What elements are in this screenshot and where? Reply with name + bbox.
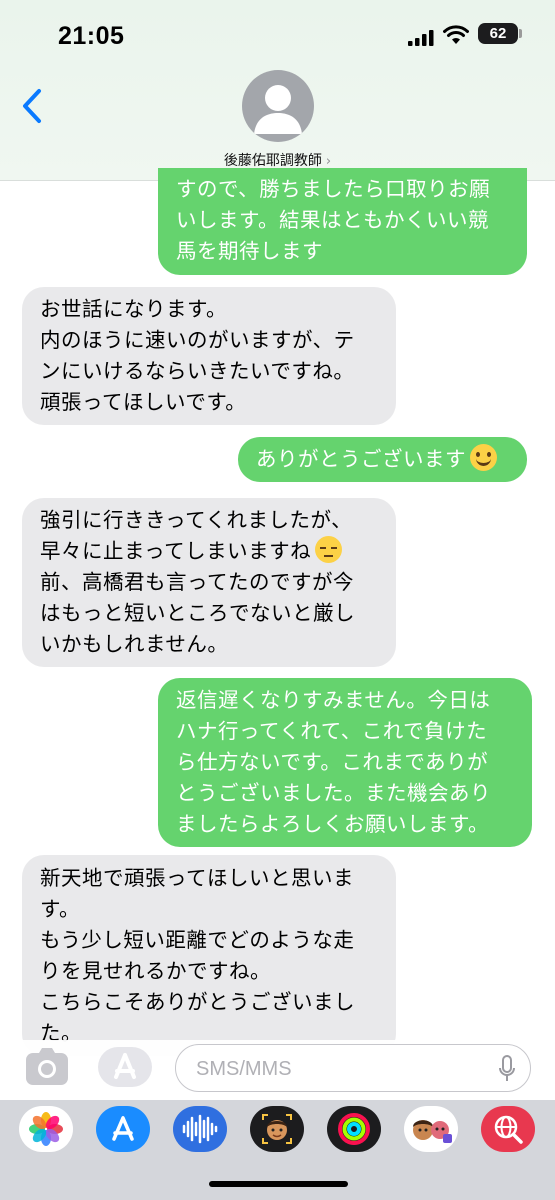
- outgoing-message-bubble[interactable]: すので、勝ちましたら口取りお願 いします。結果はともかくいい競 馬を期待します: [158, 168, 527, 275]
- camera-icon[interactable]: [25, 1047, 69, 1087]
- app-store-button[interactable]: [98, 1047, 152, 1087]
- activity-rings-icon: [338, 1113, 370, 1145]
- message-line: 新天地で頑張ってほしいと思いま: [40, 866, 354, 890]
- status-time: 21:05: [58, 22, 125, 50]
- home-indicator[interactable]: [209, 1181, 348, 1187]
- message-line: ハナ行ってくれて、これで負けた: [176, 719, 488, 743]
- contact-name[interactable]: 後藤佑耶調教師 ›: [0, 150, 555, 170]
- memoji-stickers-icon: [413, 1120, 452, 1143]
- contact-name-text: 後藤佑耶調教師: [223, 153, 322, 169]
- outgoing-message-bubble[interactable]: ありがとうございます: [238, 437, 527, 482]
- contact-avatar[interactable]: [242, 70, 314, 142]
- message-line: ら仕方ないです。これまでありが: [176, 750, 489, 774]
- message-line: りを見せれるかですね。: [40, 959, 271, 983]
- outgoing-message-bubble[interactable]: 返信遅くなりすみません。今日は ハナ行ってくれて、これで負けた ら仕方ないです。…: [158, 678, 532, 847]
- incoming-message-bubble[interactable]: 強引に行ききってくれましたが、 早々に止まってしまいますね 前、高橋君も言ってた…: [22, 498, 396, 667]
- wifi-icon: [443, 25, 469, 44]
- message-line: すので、勝ちましたら口取りお願: [176, 177, 491, 201]
- message-line: 馬を期待します: [176, 239, 323, 263]
- microphone-icon[interactable]: [498, 1055, 516, 1083]
- status-bar: 21:05 62: [0, 0, 555, 60]
- activity-app-icon[interactable]: [327, 1106, 381, 1152]
- incoming-message-bubble[interactable]: 新天地で頑張ってほしいと思いま す。 もう少し短い距離でどのような走 りを見せれ…: [22, 855, 396, 1056]
- cellular-signal-icon: [408, 30, 434, 46]
- message-line: 前、高橋君も言ってたのですが今: [40, 570, 354, 594]
- message-line: 返信遅くなりすみません。今日は: [176, 688, 491, 712]
- web-images-app-icon[interactable]: [481, 1106, 535, 1152]
- message-text: ありがとうございます: [256, 447, 466, 471]
- memoji-app-icon[interactable]: [250, 1106, 304, 1152]
- globe-search-icon: [494, 1115, 523, 1144]
- message-text: 早々に止まってしまいますね: [40, 539, 312, 563]
- message-line: 内のほうに速いのがいますが、テ: [40, 328, 355, 352]
- memoji-stickers-app-icon[interactable]: [404, 1106, 458, 1152]
- smiling-face-emoji: [470, 444, 497, 471]
- pensive-face-emoji: [315, 536, 343, 563]
- person-silhouette-icon: [254, 85, 302, 134]
- app-store-app-icon[interactable]: [96, 1106, 150, 1152]
- message-line: いします。結果はともかくいい競: [176, 208, 489, 232]
- incoming-message-bubble[interactable]: お世話になります。 内のほうに速いのがいますが、テ ンにいけるならいきたいですね…: [22, 287, 396, 425]
- waveform-icon: [182, 1114, 218, 1144]
- message-line: ンにいけるならいきたいですね。: [40, 359, 355, 383]
- message-line: 頑張ってほしいです。: [40, 390, 247, 414]
- message-line: 早々に止まってしまいますね: [40, 536, 378, 567]
- audio-messages-app-icon[interactable]: [173, 1106, 227, 1152]
- message-input[interactable]: [194, 1053, 488, 1085]
- message-line: ましたらよろしくお願いします。: [176, 812, 489, 836]
- photos-flower-icon: [29, 1112, 63, 1146]
- back-chevron-icon[interactable]: [20, 88, 44, 124]
- app-store-a-icon: [112, 1116, 134, 1141]
- message-line: す。: [40, 897, 80, 921]
- message-line: はもっと短いところでないと厳し: [40, 601, 355, 625]
- message-line: ありがとうございます: [256, 444, 509, 475]
- message-line: もう少し短い距離でどのような走: [40, 928, 355, 952]
- message-line: とうございました。また機会あり: [176, 781, 491, 805]
- memoji-face-icon: [262, 1114, 292, 1144]
- contact-chevron-icon: ›: [325, 154, 332, 169]
- message-input-field[interactable]: [175, 1044, 531, 1092]
- photos-app-icon[interactable]: [19, 1106, 73, 1152]
- message-line: お世話になります。: [40, 297, 227, 321]
- message-line: こちらこそありがとうございまし: [40, 990, 355, 1014]
- message-line: 強引に行ききってくれましたが、: [40, 508, 353, 532]
- battery-tip: [519, 29, 522, 38]
- app-store-icon: [114, 1053, 136, 1079]
- battery-indicator: 62: [478, 23, 518, 44]
- message-line: いかもしれません。: [40, 632, 229, 656]
